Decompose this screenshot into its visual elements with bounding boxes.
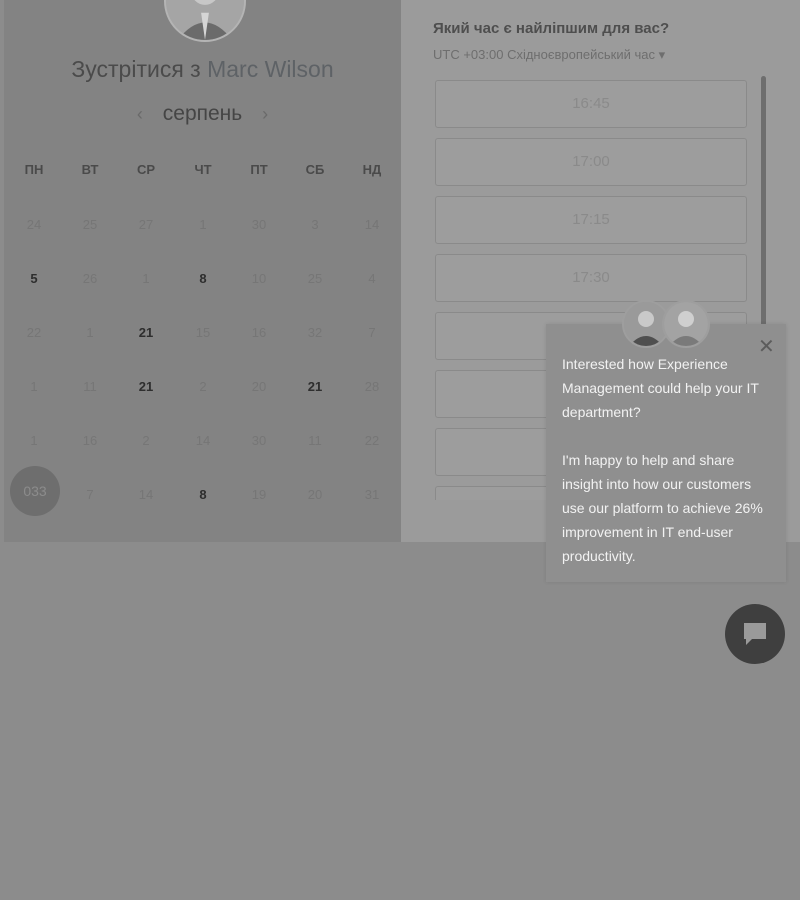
calendar-day: 27: [138, 217, 154, 232]
chat-bubble-icon: [744, 623, 766, 645]
current-month: серпень: [162, 102, 243, 125]
calendar-day: 30: [251, 217, 267, 232]
calendar-day[interactable]: 21: [287, 379, 343, 394]
month-navigation: ‹ серпень ›: [4, 102, 401, 126]
chat-launcher-button[interactable]: [725, 604, 785, 664]
chat-message-line: Interested how Experience Management cou…: [562, 356, 759, 420]
agent-avatar: [662, 300, 710, 348]
slot-scrollbar[interactable]: [761, 76, 766, 326]
timezone-label: UTC +03:00 Східноєвропейський час: [433, 47, 655, 62]
calendar-day: 15: [195, 325, 211, 340]
calendar-day: 14: [195, 433, 211, 448]
agent-avatars: [622, 300, 712, 348]
calendar-day: 11: [308, 433, 322, 448]
weekday-label: ВТ: [81, 162, 99, 177]
calendar-day: 1: [30, 433, 38, 448]
calendar-day: 25: [82, 217, 98, 232]
calendar-day: 32: [307, 325, 323, 340]
calendar-day: 26: [82, 271, 98, 286]
calendar-day: 3: [311, 217, 319, 232]
calendar-day: 11: [83, 379, 97, 394]
calendar-day: 1: [86, 325, 94, 340]
calendar-day: 28: [364, 379, 380, 394]
weekday-label: ЧТ: [194, 162, 212, 177]
calendar-day: 1: [30, 379, 38, 394]
weekday-label: ПН: [24, 162, 44, 177]
calendar-day: 2: [142, 433, 150, 448]
calendar-day: 22: [26, 325, 42, 340]
calendar-day[interactable]: 5: [6, 271, 62, 286]
chevron-left-icon[interactable]: ‹: [123, 104, 157, 125]
calendar-day: 16: [251, 325, 267, 340]
timezone-selector[interactable]: UTC +03:00 Східноєвропейський час ▾: [433, 47, 665, 63]
calendar-day: 31: [364, 487, 380, 502]
calendar-day: 7: [368, 325, 376, 340]
calendar-day: 10: [251, 271, 267, 286]
calendar-day[interactable]: 8: [175, 271, 231, 286]
calendar-day: 22: [364, 433, 380, 448]
calendar-day: 1: [199, 217, 207, 232]
time-slot[interactable]: 17:30: [435, 254, 747, 302]
calendar-day: 30: [251, 433, 267, 448]
calendar-day[interactable]: 8: [175, 487, 231, 502]
chat-message: Interested how Experience Management cou…: [562, 352, 776, 592]
calendar-day: 20: [307, 487, 323, 502]
calendar-day: 14: [364, 217, 380, 232]
calendar-day[interactable]: 21: [118, 325, 174, 340]
host-name: Marc Wilson: [207, 56, 334, 82]
time-question: Який час є найліпшим для вас?: [433, 20, 670, 37]
caret-down-icon: ▾: [658, 47, 666, 62]
calendar-day: 24: [26, 217, 42, 232]
weekday-label: НД: [362, 162, 382, 177]
calendar-day: 4: [368, 271, 376, 286]
today-marker[interactable]: 033: [10, 466, 60, 516]
host-avatar: [164, 0, 246, 42]
calendar-day: 16: [82, 433, 98, 448]
weekday-header: ПН ВТ СР ЧТ ПТ СБ НД: [4, 162, 401, 182]
time-slot[interactable]: 17:15: [435, 196, 747, 244]
calendar-day[interactable]: 21: [118, 379, 174, 394]
calendar-day: 1: [142, 271, 150, 286]
time-slot[interactable]: 17:00: [435, 138, 747, 186]
chat-message-line: I'm happy to help and share insight into…: [562, 452, 763, 564]
calendar-day: 25: [307, 271, 323, 286]
meeting-title-prefix: Зустрітися з: [71, 56, 201, 82]
weekday-label: СБ: [305, 162, 325, 177]
calendar-day: 14: [138, 487, 154, 502]
calendar-day: 20: [251, 379, 267, 394]
calendar-day: 19: [251, 487, 267, 502]
weekday-label: СР: [136, 162, 156, 177]
chevron-right-icon[interactable]: ›: [248, 104, 282, 125]
calendar-day: 2: [199, 379, 207, 394]
weekday-label: ПТ: [250, 162, 268, 177]
chat-popup: ✕ Interested how Experience Management c…: [546, 300, 786, 582]
calendar-panel: Зустрітися з Marc Wilson ‹ серпень › ПН …: [4, 0, 401, 542]
meeting-title: Зустрітися з Marc Wilson: [4, 56, 401, 83]
time-slot[interactable]: 16:45: [435, 80, 747, 128]
calendar-day: 7: [86, 487, 94, 502]
